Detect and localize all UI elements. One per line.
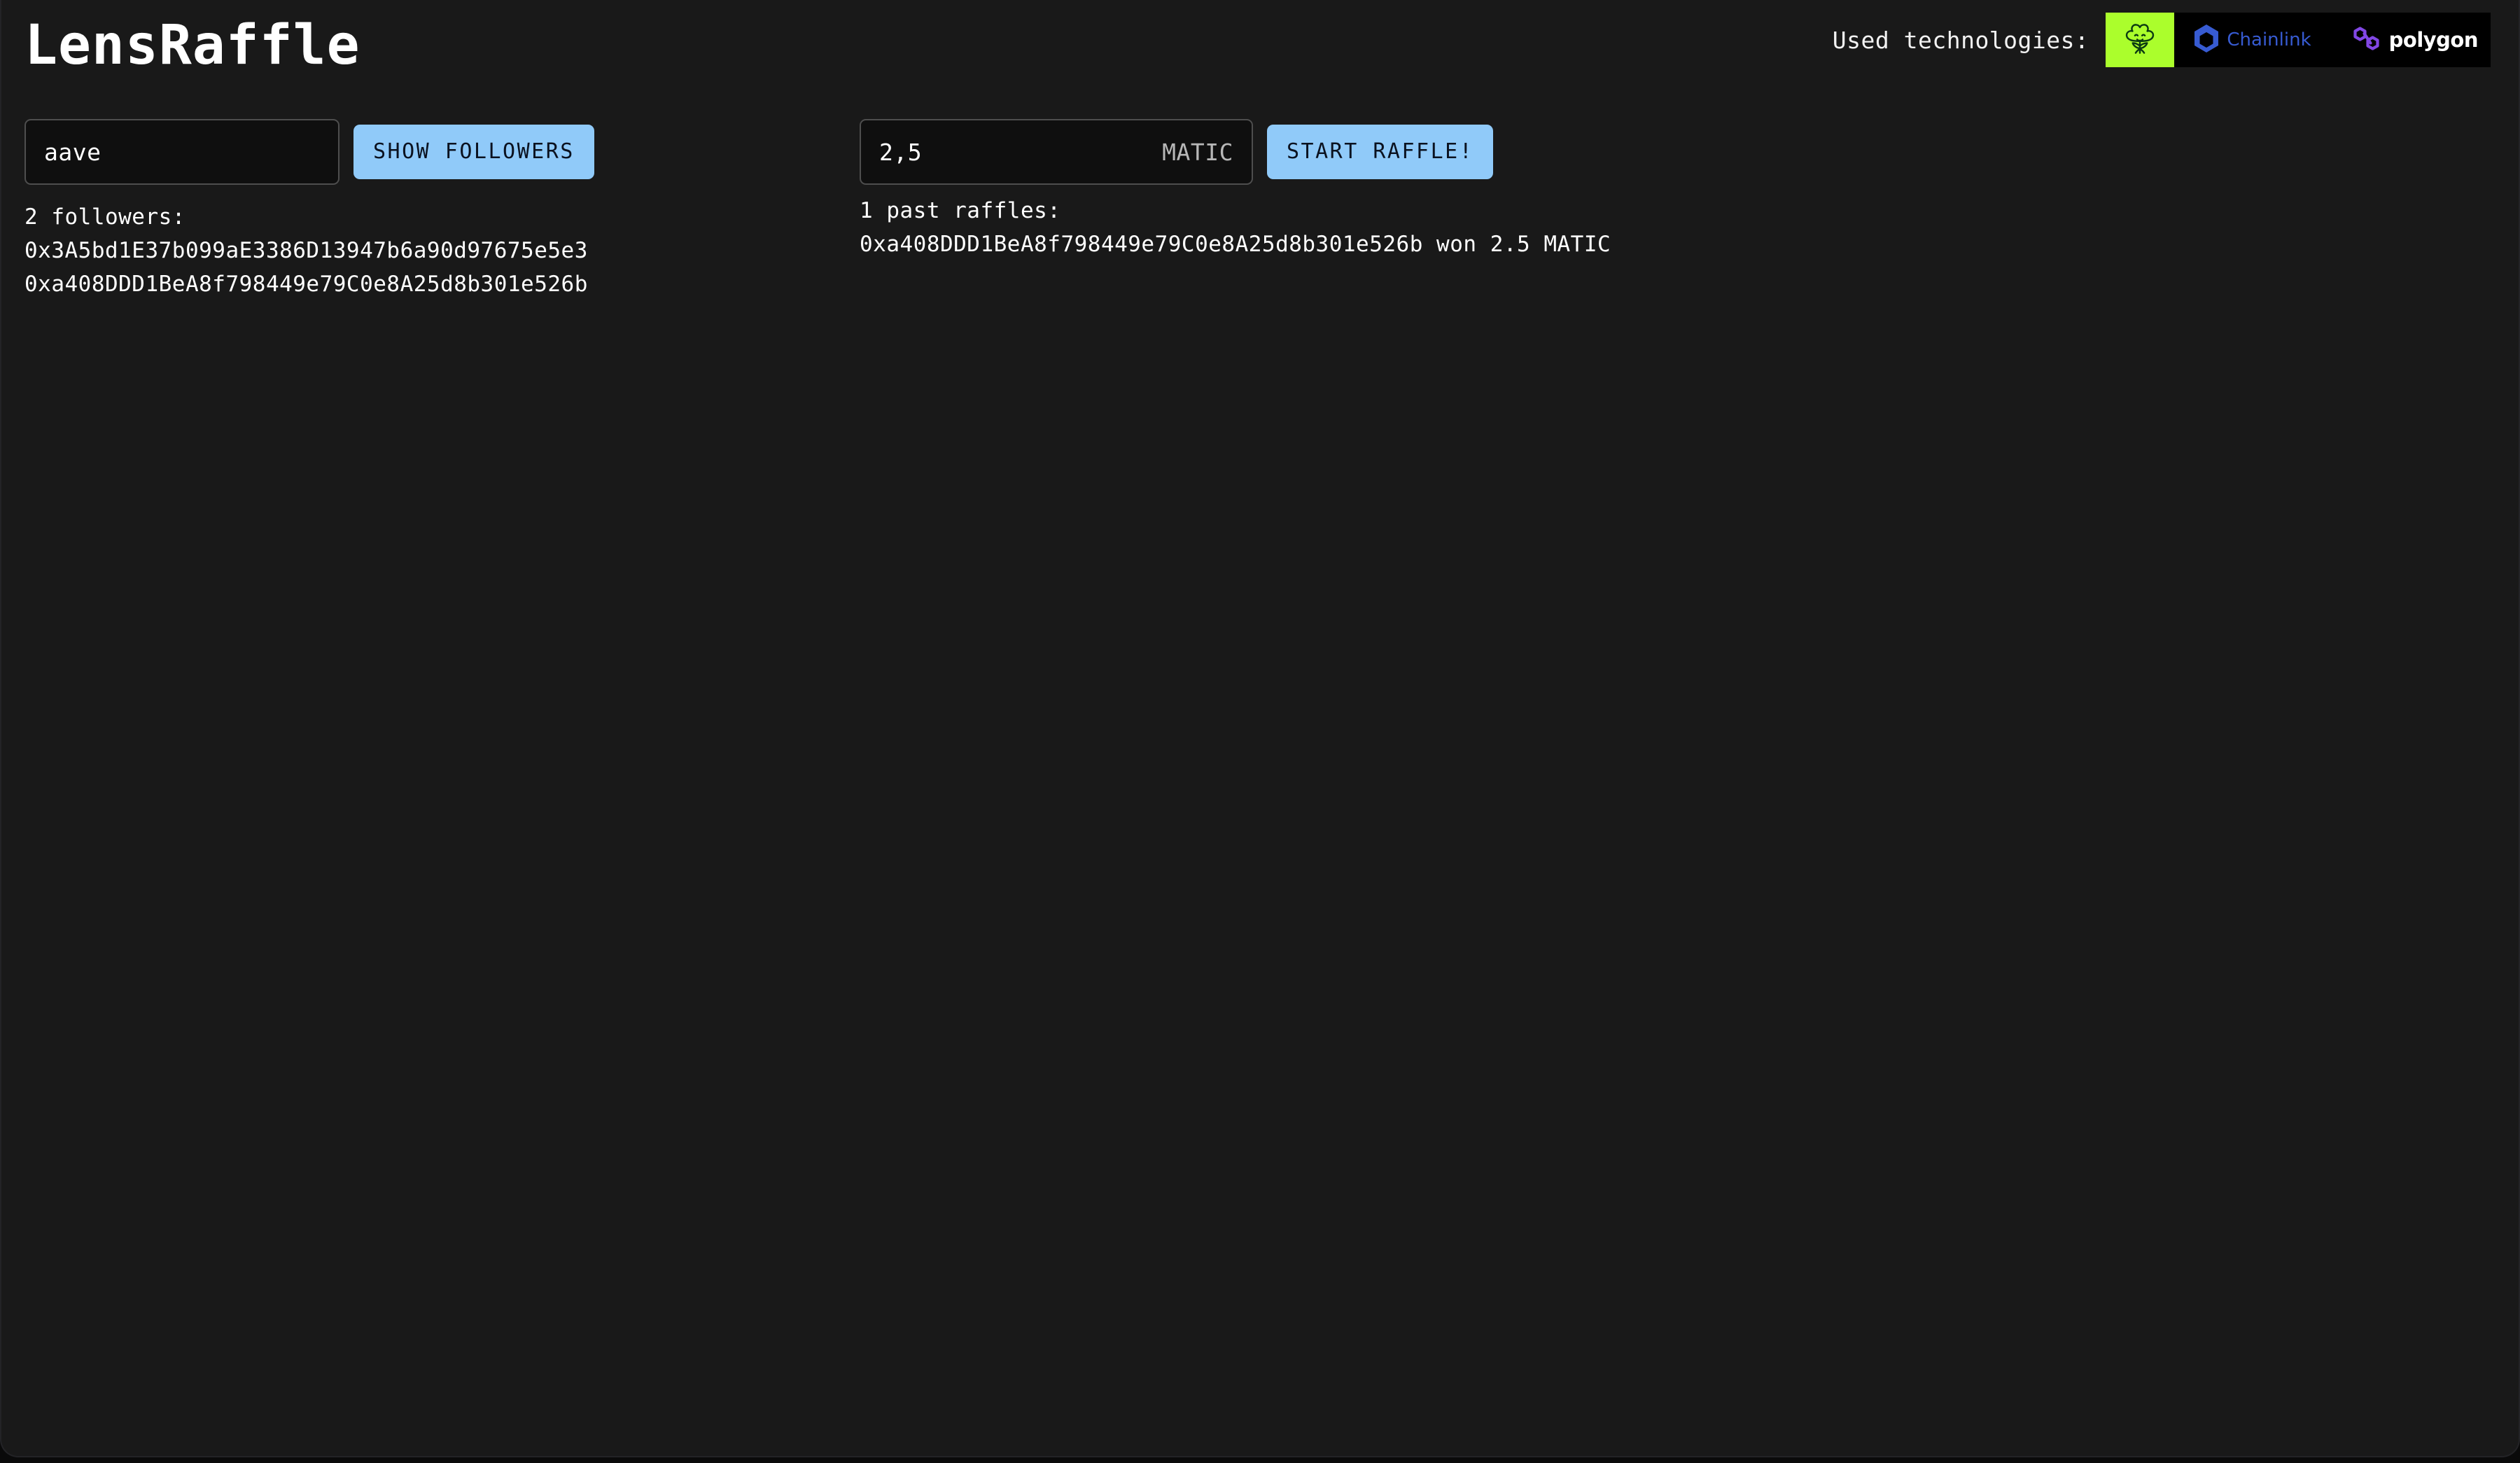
app-viewport: LensRaffle Used technologies: Chainlink …	[0, 0, 2520, 1457]
follower-address-row: 0x3A5bd1E37b099aE3386D13947b6a90d97675e5…	[24, 238, 588, 263]
handle-input-value: aave	[44, 138, 102, 166]
followers-count-heading: 2 followers:	[24, 204, 186, 230]
amount-input[interactable]: 2,5 MATIC	[860, 119, 1253, 185]
page-title: LensRaffle	[24, 14, 360, 77]
raffle-panel: 2,5 MATIC START RAFFLE! 1 past raffles: …	[860, 119, 1611, 261]
past-raffle-row: 0xa408DDD1BeA8f798449e79C0e8A25d8b301e52…	[860, 232, 1611, 257]
lens-flower-icon	[2119, 18, 2161, 62]
badge-polygon-label: polygon	[2388, 28, 2479, 52]
followers-control-row: aave SHOW FOLLOWERS	[24, 119, 594, 185]
technology-badge-strip: Chainlink polygon	[2106, 13, 2491, 67]
polygon-hexagons-icon	[2351, 24, 2383, 55]
chainlink-hexagon-icon	[2192, 23, 2220, 57]
raffle-control-row: 2,5 MATIC START RAFFLE!	[860, 119, 1611, 185]
show-followers-button[interactable]: SHOW FOLLOWERS	[354, 125, 594, 179]
amount-input-value: 2,5	[879, 138, 923, 166]
past-raffles-results: 1 past raffles: 0xa408DDD1BeA8f798449e79…	[860, 194, 1611, 261]
badge-chainlink[interactable]: Chainlink	[2192, 23, 2311, 57]
badge-dark-strip: Chainlink polygon	[2174, 13, 2491, 67]
start-raffle-button[interactable]: START RAFFLE!	[1267, 125, 1494, 179]
badge-lens-protocol[interactable]	[2106, 13, 2175, 67]
amount-currency-suffix: MATIC	[1162, 138, 1233, 166]
badge-polygon[interactable]: polygon	[2351, 24, 2479, 55]
used-technologies-label: Used technologies:	[1832, 26, 2090, 54]
handle-input[interactable]: aave	[24, 119, 340, 185]
followers-results: 2 followers: 0x3A5bd1E37b099aE3386D13947…	[24, 200, 594, 301]
follower-address-row: 0xa408DDD1BeA8f798449e79C0e8A25d8b301e52…	[24, 272, 588, 297]
used-technologies-block: Used technologies: Chainlink polygon	[1833, 13, 2491, 67]
followers-panel: aave SHOW FOLLOWERS 2 followers: 0x3A5bd…	[24, 119, 594, 301]
past-raffles-count-heading: 1 past raffles:	[860, 198, 1061, 223]
badge-chainlink-label: Chainlink	[2227, 29, 2311, 50]
app-header: LensRaffle Used technologies: Chainlink …	[1, 0, 2519, 98]
